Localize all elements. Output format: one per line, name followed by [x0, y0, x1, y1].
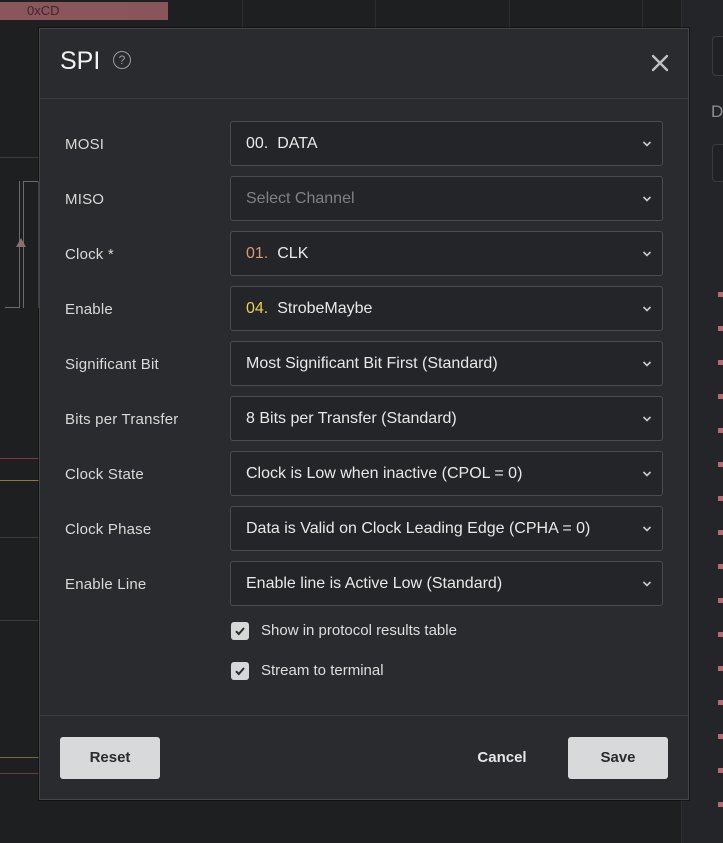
save-button[interactable]: Save [568, 737, 668, 779]
list-marker [718, 292, 723, 297]
help-icon[interactable]: ? [113, 51, 131, 69]
enable-line-label: Enable Line [65, 576, 147, 593]
list-marker [718, 530, 723, 535]
channel-line [0, 757, 40, 758]
miso-placeholder: Select Channel [246, 190, 355, 207]
clock-channel-select[interactable]: 01. CLK [230, 231, 663, 276]
clock-label: Clock * [65, 246, 114, 263]
reset-button[interactable]: Reset [60, 737, 160, 779]
list-marker [718, 326, 723, 331]
channel-line [0, 480, 40, 481]
clock-phase-label: Clock Phase [65, 521, 152, 538]
cancel-button[interactable]: Cancel [462, 737, 542, 779]
close-icon[interactable] [648, 51, 672, 75]
stream-to-terminal-checkbox[interactable] [231, 662, 249, 680]
show-in-results-checkbox[interactable] [231, 622, 249, 640]
channel-divider [0, 157, 40, 158]
significant-bit-value: Most Significant Bit First (Standard) [246, 355, 498, 372]
grid-line [375, 0, 376, 28]
clock-phase-select[interactable]: Data is Valid on Clock Leading Edge (CPH… [230, 506, 663, 551]
chevron-down-icon [642, 416, 652, 422]
clock-channel-name: CLK [277, 245, 309, 262]
dialog-header: SPI ? [40, 29, 688, 99]
enable-channel-name: StrobeMaybe [277, 300, 373, 317]
checkmark-icon [235, 627, 245, 636]
stream-to-terminal-label: Stream to terminal [261, 662, 384, 679]
significant-bit-select[interactable]: Most Significant Bit First (Standard) [230, 341, 663, 386]
list-marker [718, 598, 723, 603]
channel-line [0, 773, 40, 774]
clock-state-label: Clock State [65, 466, 144, 483]
edge-marker-icon [16, 238, 26, 247]
channel-line [0, 458, 40, 459]
mosi-channel-name: DATA [277, 135, 318, 152]
bits-per-transfer-label: Bits per Transfer [65, 411, 179, 428]
chevron-down-icon [642, 526, 652, 532]
chevron-down-icon [642, 471, 652, 477]
miso-label: MISO [65, 191, 105, 208]
chevron-down-icon [642, 141, 652, 147]
spi-settings-dialog: SPI ? MOSI 00. DATA MISO Select Channel C… [39, 28, 689, 800]
clock-phase-value: Data is Valid on Clock Leading Edge (CPH… [246, 520, 591, 537]
list-marker [718, 768, 723, 773]
list-marker [718, 802, 723, 807]
dialog-footer-divider [40, 715, 688, 716]
side-panel-input[interactable] [712, 144, 723, 182]
chevron-down-icon [642, 581, 652, 587]
clock-channel-number: 01. [246, 245, 269, 262]
mosi-channel-select[interactable]: 00. DATA [230, 121, 663, 166]
grid-line [509, 0, 510, 28]
channel-divider [0, 620, 40, 621]
chevron-down-icon [642, 251, 652, 257]
list-marker [718, 496, 723, 501]
enable-channel-number: 04. [246, 300, 269, 317]
list-marker [718, 360, 723, 365]
show-in-results-label: Show in protocol results table [261, 622, 457, 639]
mosi-channel-number: 00. [246, 135, 269, 152]
clock-state-value: Clock is Low when inactive (CPOL = 0) [246, 465, 523, 482]
list-marker [718, 394, 723, 399]
bits-per-transfer-select[interactable]: 8 Bits per Transfer (Standard) [230, 396, 663, 441]
chevron-down-icon [642, 361, 652, 367]
hex-value-tag: 0xCD [0, 2, 168, 20]
chevron-down-icon [642, 196, 652, 202]
list-marker [718, 462, 723, 467]
grid-line [242, 0, 243, 28]
enable-line-select[interactable]: Enable line is Active Low (Standard) [230, 561, 663, 606]
list-marker [718, 564, 723, 569]
dialog-title: SPI [60, 47, 101, 75]
list-marker [718, 700, 723, 705]
channel-divider [0, 537, 40, 538]
checkmark-icon [235, 667, 245, 676]
list-marker [718, 734, 723, 739]
chevron-down-icon [642, 306, 652, 312]
enable-channel-select[interactable]: 04. StrobeMaybe [230, 286, 663, 331]
mosi-label: MOSI [65, 136, 105, 153]
side-panel-heading: D [711, 102, 723, 121]
side-panel-button[interactable] [712, 36, 723, 76]
enable-line-value: Enable line is Active Low (Standard) [246, 575, 503, 592]
clock-state-select[interactable]: Clock is Low when inactive (CPOL = 0) [230, 451, 663, 496]
list-marker [718, 666, 723, 671]
list-marker [718, 428, 723, 433]
grid-line [642, 0, 643, 28]
enable-label: Enable [65, 301, 113, 318]
miso-channel-select[interactable]: Select Channel [230, 176, 663, 221]
significant-bit-label: Significant Bit [65, 356, 159, 373]
bits-per-transfer-value: 8 Bits per Transfer (Standard) [246, 410, 457, 427]
list-marker [718, 632, 723, 637]
